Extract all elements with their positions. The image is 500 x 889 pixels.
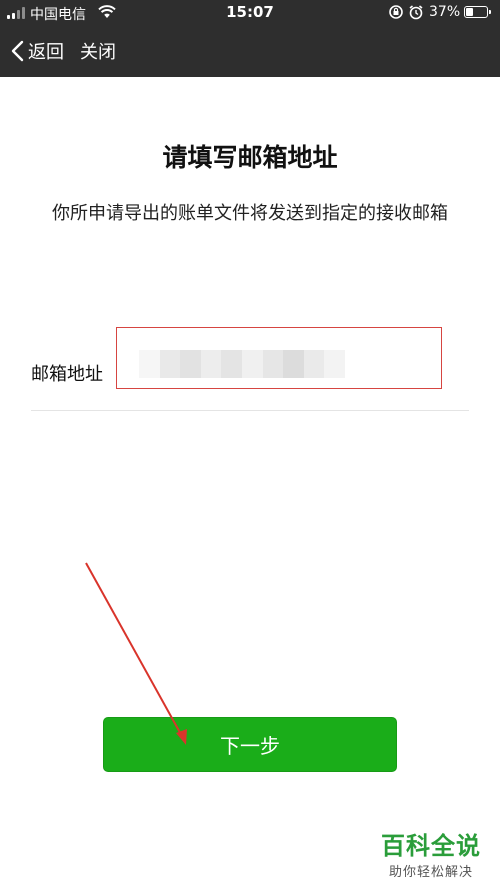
lock-rotation-alarm-icon [389, 5, 423, 20]
top-bar: 中国电信 15:07 37% 返回 关闭 [0, 0, 500, 77]
email-label: 邮箱地址 [31, 364, 103, 385]
back-label: 返回 [28, 42, 64, 63]
watermark: 百科全说 助你轻松解决 [372, 826, 490, 880]
page-title: 请填写邮箱地址 [162, 143, 338, 172]
close-button[interactable]: 关闭 [80, 36, 116, 66]
nav-bar: 返回 关闭 [0, 26, 500, 77]
redacted-email-mosaic [139, 350, 345, 378]
status-bar: 中国电信 15:07 37% [0, 0, 500, 26]
next-step-button[interactable]: 下一步 [103, 717, 397, 772]
description-text: 你所申请导出的账单文件将发送到指定的接收邮箱 [52, 203, 448, 224]
battery-percent: 37% [429, 4, 461, 20]
battery-icon [464, 6, 491, 18]
back-button[interactable]: 返回 [10, 36, 64, 66]
watermark-title: 百科全说 [381, 832, 481, 860]
email-field[interactable] [116, 327, 442, 389]
chevron-left-icon [11, 40, 24, 62]
field-divider [31, 410, 469, 411]
watermark-subtitle: 助你轻松解决 [388, 865, 473, 880]
